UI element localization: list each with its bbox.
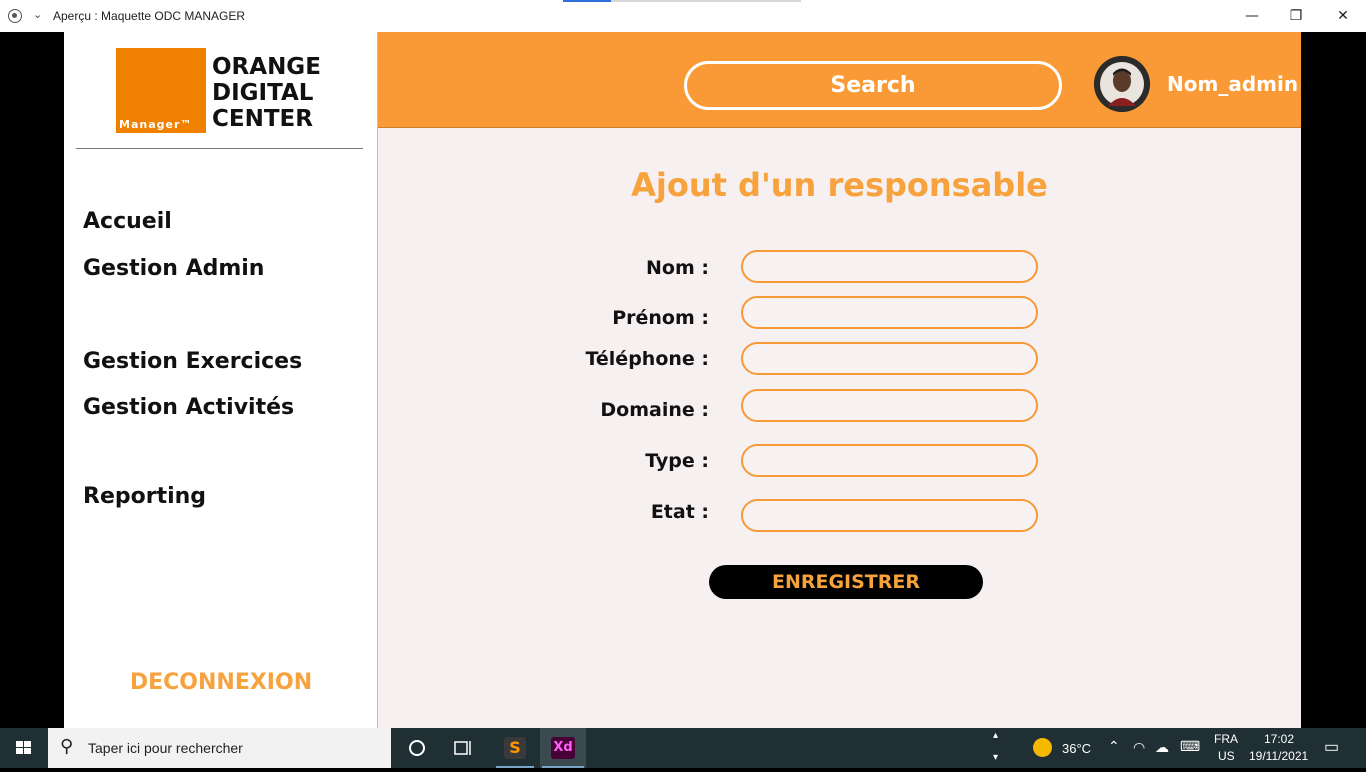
sidebar: Manager™ ORANGE DIGITAL CENTER Accueil G… (64, 32, 378, 728)
tab-indicator-active (563, 0, 611, 2)
windows-icon (16, 741, 31, 754)
record-icon[interactable] (8, 9, 22, 23)
cloud-sync-icon[interactable]: ☁ (1155, 739, 1169, 756)
scroll-up-icon[interactable]: ▴ (993, 730, 998, 741)
type-field[interactable] (741, 444, 1038, 477)
taskbar-search[interactable]: ⚲ Taper ici pour rechercher (48, 728, 391, 768)
tab-indicator (611, 0, 801, 2)
search-icon: ⚲ (60, 736, 74, 757)
sublime-glyph: S (504, 737, 526, 759)
etat-label: Etat : (650, 501, 709, 523)
sidebar-item-gestion-activites[interactable]: Gestion Activités (83, 395, 294, 420)
keyboard-icon[interactable]: ⌨ (1180, 738, 1200, 755)
language-bottom[interactable]: US (1218, 749, 1235, 763)
task-view-icon[interactable] (440, 728, 486, 768)
chevron-up-icon[interactable]: ⌃ (1108, 738, 1120, 755)
wifi-icon[interactable]: ◠ (1133, 739, 1145, 756)
sublime-text-icon[interactable]: S (492, 728, 538, 768)
scroll-down-icon[interactable]: ▾ (993, 752, 998, 763)
taskbar-search-placeholder: Taper ici pour rechercher (88, 740, 243, 756)
telephone-label: Téléphone : (585, 348, 709, 370)
chevron-down-icon[interactable]: ⌄ (33, 8, 42, 21)
language-top[interactable]: FRA (1214, 732, 1238, 746)
window-titlebar: ⌄ Aperçu : Maquette ODC MANAGER — ❐ ✕ (0, 0, 1366, 32)
logo-badge: Manager™ (119, 118, 193, 131)
weather-sun-icon[interactable] (1033, 738, 1052, 757)
search-input[interactable] (684, 61, 1062, 110)
sidebar-item-gestion-exercices[interactable]: Gestion Exercices (83, 349, 302, 374)
avatar-photo-icon (1094, 56, 1150, 112)
domaine-label: Domaine : (600, 399, 709, 421)
page-title: Ajout d'un responsable (631, 166, 1048, 204)
admin-name[interactable]: Nom_admin (1167, 72, 1298, 96)
window-title: Aperçu : Maquette ODC MANAGER (53, 9, 246, 23)
orange-logo: Manager™ (116, 48, 206, 133)
type-label: Type : (645, 450, 709, 472)
logo-line-2: DIGITAL (212, 80, 314, 106)
clock-date[interactable]: 19/11/2021 (1249, 749, 1308, 763)
header-bar: Nom_admin (378, 32, 1301, 128)
prenom-label: Prénom : (612, 307, 709, 329)
xd-glyph: Xd (551, 737, 575, 759)
logo-line-3: CENTER (212, 106, 313, 132)
nom-field[interactable] (741, 250, 1038, 283)
nom-label: Nom : (646, 257, 709, 279)
clock-time[interactable]: 17:02 (1264, 732, 1294, 746)
sidebar-item-accueil[interactable]: Accueil (83, 209, 172, 234)
adobe-xd-icon[interactable]: Xd (540, 728, 586, 768)
etat-field[interactable] (741, 499, 1038, 532)
minimize-button[interactable]: — (1242, 6, 1262, 26)
start-button[interactable] (0, 728, 48, 768)
app-frame: Manager™ ORANGE DIGITAL CENTER Accueil G… (64, 32, 1301, 728)
maximize-button[interactable]: ❐ (1286, 6, 1306, 26)
close-button[interactable]: ✕ (1333, 6, 1353, 26)
notifications-icon[interactable]: ▭ (1324, 737, 1339, 757)
domaine-field[interactable] (741, 389, 1038, 422)
sidebar-item-reporting[interactable]: Reporting (83, 484, 206, 509)
enregistrer-button[interactable]: ENREGISTRER (709, 565, 983, 599)
sidebar-divider (76, 148, 363, 149)
telephone-field[interactable] (741, 342, 1038, 375)
cortana-icon[interactable] (394, 728, 440, 768)
logo-text: ORANGE DIGITAL CENTER (212, 54, 321, 132)
weather-temperature[interactable]: 36°C (1062, 741, 1091, 756)
prenom-field[interactable] (741, 296, 1038, 329)
sidebar-item-gestion-admin[interactable]: Gestion Admin (83, 256, 264, 281)
logo-line-1: ORANGE (212, 54, 321, 80)
logout-button[interactable]: DECONNEXION (64, 670, 378, 695)
avatar[interactable] (1094, 56, 1150, 112)
taskbar: ⚲ Taper ici pour rechercher S Xd ▴ ▾ 36°… (0, 728, 1366, 768)
